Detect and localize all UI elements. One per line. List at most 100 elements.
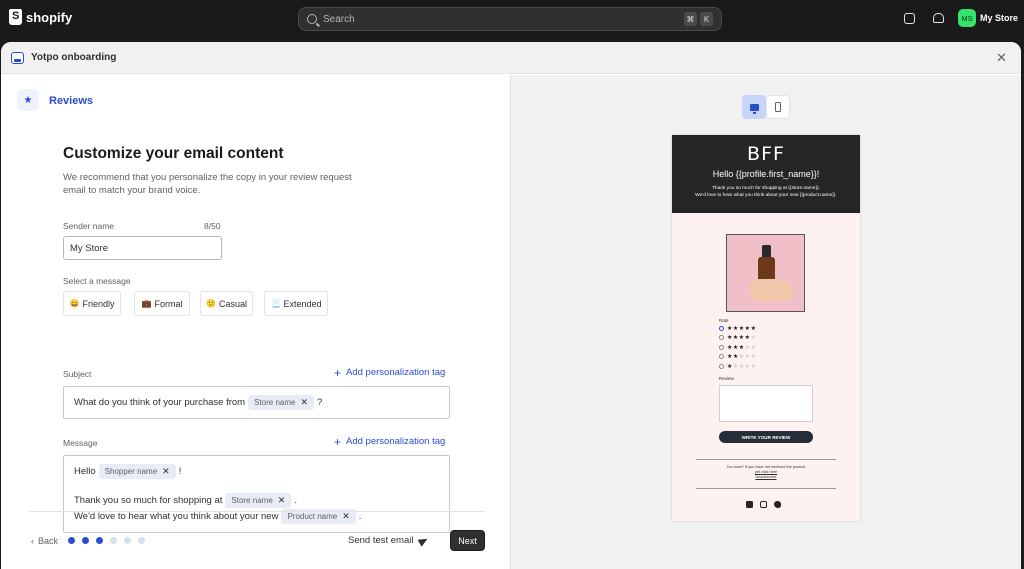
search-icon	[307, 14, 317, 24]
message-text: .	[294, 495, 297, 506]
email-header: BFF Hello {{profile.first_name}}! Thank …	[672, 135, 860, 213]
plus-icon: +	[334, 434, 342, 449]
rating-option[interactable]: ★★★★★	[719, 334, 756, 341]
page-emoji-icon: 📃	[270, 299, 281, 308]
remove-tag-icon[interactable]: ✕	[342, 511, 350, 522]
subject-add-tag-button[interactable]: + Add personalization tag	[334, 365, 446, 380]
star-rating-icons: ★★★★★	[727, 325, 756, 332]
shopify-bag-icon	[9, 9, 22, 25]
email-divider-bottom	[696, 488, 836, 489]
add-tag-label: Add personalization tag	[346, 367, 446, 378]
message-label: Message	[63, 438, 98, 448]
instagram-icon[interactable]	[760, 501, 767, 508]
search-bar[interactable]: Search ⌘ K	[298, 7, 722, 31]
rating-radio[interactable]	[719, 354, 724, 360]
write-review-button[interactable]: WRITE YOUR REVIEW	[719, 431, 813, 443]
yotpo-onboarding-modal: Yotpo onboarding ✕ ★ Reviews Customize y…	[1, 42, 1021, 569]
rate-label: Rate	[719, 318, 729, 323]
message-text: !	[178, 466, 182, 477]
option-label: Extended	[283, 298, 322, 309]
smile-emoji-icon: 🙂	[206, 299, 216, 308]
mobile-view-button[interactable]	[766, 95, 790, 119]
message-text: Thank you so much for shopping at	[74, 495, 223, 506]
chip-label: Product name	[287, 512, 338, 521]
star-icon: ★	[750, 344, 757, 351]
brand-logo: BFF	[747, 143, 785, 165]
message-textarea[interactable]: Hello Shopper name ✕ ! Thank you so much…	[63, 455, 450, 533]
page-title: Customize your email content	[63, 145, 284, 162]
message-option-formal[interactable]: 💼 Formal	[134, 291, 190, 316]
rating-radio[interactable]	[719, 326, 724, 331]
star-icon: ★	[750, 335, 757, 342]
subject-text: What do you think of your purchase from	[74, 397, 246, 408]
remove-tag-icon[interactable]: ✕	[300, 397, 308, 408]
footer-divider	[29, 511, 485, 512]
inbox-icon[interactable]	[904, 13, 915, 24]
step-dot	[68, 537, 75, 544]
click-here-link[interactable]: yet click here	[755, 470, 777, 474]
subject-text-end: ?	[317, 397, 323, 408]
message-text: .	[358, 511, 362, 522]
rating-option[interactable]: ★★★★★	[719, 344, 756, 351]
email-footer-unsub-row: Unsubscribe	[672, 475, 860, 480]
back-button[interactable]: ‹ Back	[31, 536, 58, 546]
step-dot	[110, 537, 117, 544]
unsubscribe-link[interactable]: Unsubscribe	[755, 475, 776, 479]
step-dot	[82, 537, 89, 544]
rating-option[interactable]: ★★★★★	[719, 353, 756, 360]
store-avatar: MS	[958, 9, 976, 27]
next-button[interactable]: Next	[450, 530, 485, 551]
remove-tag-icon[interactable]: ✕	[278, 495, 286, 506]
plus-icon: +	[334, 365, 342, 380]
sender-name-counter: 8/50	[204, 221, 221, 231]
star-icon: ★	[750, 326, 757, 332]
search-shortcut: ⌘ K	[684, 12, 713, 26]
store-menu[interactable]: MS My Store	[958, 9, 1018, 27]
store-name: My Store	[980, 13, 1019, 23]
message-add-tag-button[interactable]: + Add personalization tag	[334, 434, 446, 449]
desktop-view-button[interactable]	[742, 95, 766, 119]
back-label: Back	[38, 536, 59, 546]
sender-name-label: Sender name	[63, 221, 115, 231]
facebook-icon[interactable]	[746, 501, 753, 508]
message-text: We'd love to hear what you think about y…	[74, 511, 279, 522]
subject-label: Subject	[63, 369, 92, 379]
device-toggle	[742, 95, 790, 119]
email-preview: BFF Hello {{profile.first_name}}! Thank …	[672, 135, 860, 521]
rating-radio[interactable]	[719, 344, 724, 350]
message-option-casual[interactable]: 🙂 Casual	[200, 291, 253, 316]
subject-input[interactable]: What do you think of your purchase from …	[63, 386, 450, 419]
tag-chip: Shopper name ✕	[98, 464, 176, 479]
star-rating-icons: ★★★★★	[727, 353, 756, 360]
social-links	[746, 501, 781, 508]
desktop-icon	[749, 103, 759, 114]
option-label: Casual	[218, 298, 247, 309]
shopify-logo[interactable]: shopify	[9, 9, 72, 25]
rating-option[interactable]: ★★★★★	[719, 363, 756, 370]
message-option-extended[interactable]: 📃 Extended	[264, 291, 328, 316]
send-test-email-button[interactable]: Send test email	[348, 534, 430, 547]
rating-radio[interactable]	[719, 363, 724, 369]
step-dot	[96, 537, 103, 544]
message-option-friendly[interactable]: 😀 Friendly	[63, 291, 121, 316]
rating-radio[interactable]	[719, 335, 724, 341]
tag-chip: Store name ✕	[225, 493, 292, 508]
add-tag-label: Add personalization tag	[346, 436, 446, 447]
step-progress	[68, 537, 145, 544]
close-icon[interactable]: ✕	[995, 51, 1008, 64]
bell-icon[interactable]	[933, 13, 944, 23]
twitter-icon[interactable]	[774, 501, 781, 508]
star-rating-icons: ★★★★★	[727, 344, 756, 351]
option-label: Friendly	[82, 298, 115, 309]
review-textarea[interactable]	[719, 385, 813, 422]
sender-name-input[interactable]: My Store	[63, 236, 222, 260]
rating-option[interactable]: ★★★★★	[719, 325, 756, 332]
email-line-2: We'd love to hear what you think about y…	[695, 193, 837, 198]
product-image	[726, 234, 805, 312]
email-line-1: Thank you so much for shopping at {{stor…	[712, 186, 820, 191]
remove-tag-icon[interactable]: ✕	[162, 466, 170, 477]
option-label: Formal	[154, 298, 183, 309]
tag-chip: Store name ✕	[248, 395, 314, 410]
star-rating-icons: ★★★★★	[727, 363, 756, 370]
page-description: We recommend that you personalize the co…	[63, 172, 352, 196]
